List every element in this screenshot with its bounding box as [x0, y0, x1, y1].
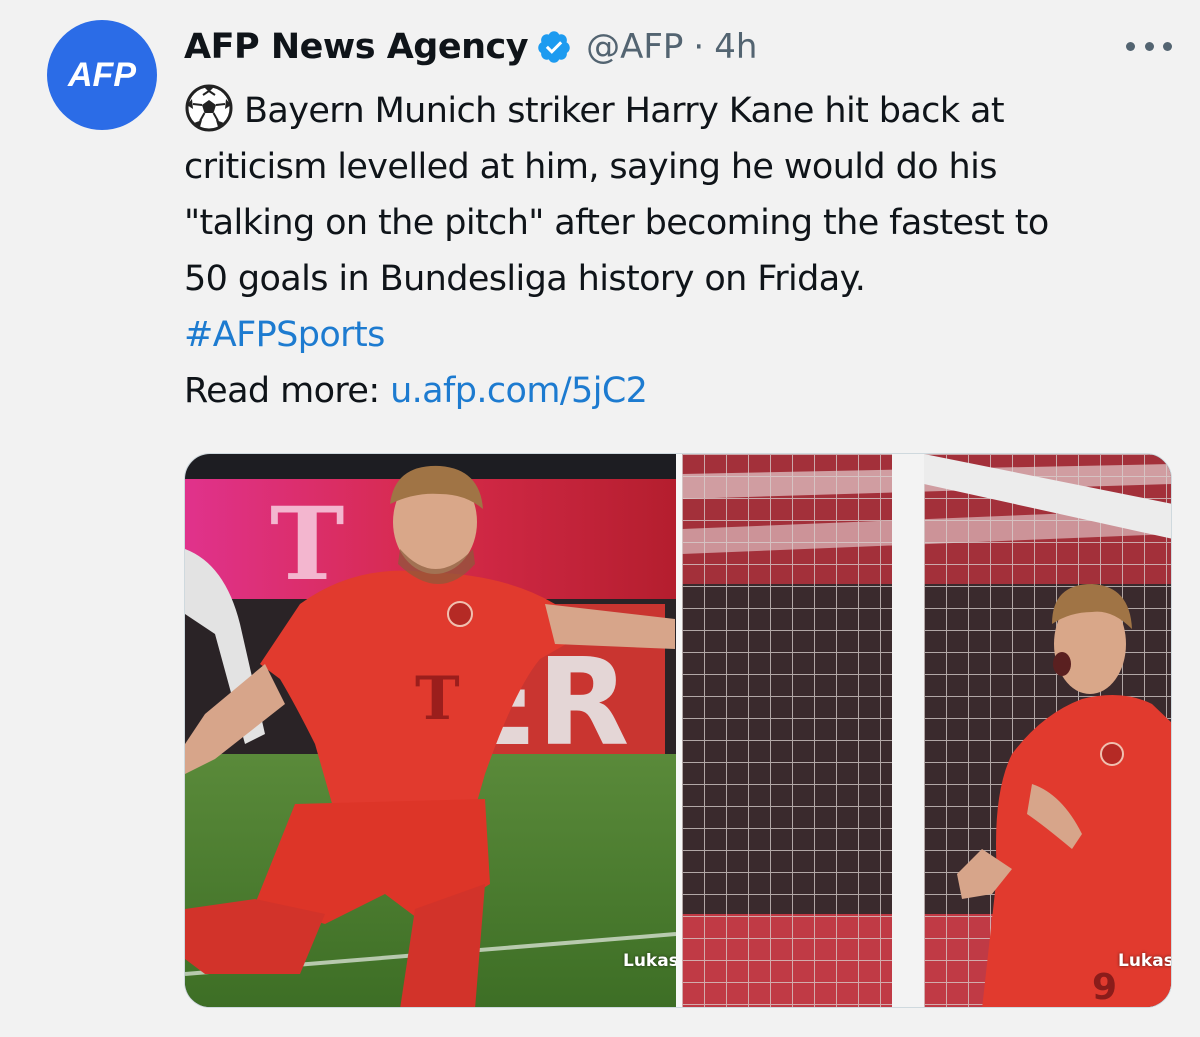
- soccer-ball-icon: [185, 84, 233, 132]
- svg-text:T: T: [415, 664, 460, 734]
- player-kicking-image: T ER T: [185, 454, 676, 1007]
- user-handle[interactable]: @AFP: [586, 27, 683, 67]
- more-options-icon[interactable]: [1126, 38, 1172, 54]
- verified-badge-icon[interactable]: [536, 29, 572, 65]
- tweet-line-3: "talking on the pitch" after becoming th…: [184, 203, 1049, 243]
- player-celebrating-image: 9: [682, 454, 1171, 1007]
- read-more-label: Read more:: [184, 371, 380, 411]
- avatar-logo-text: AFP: [68, 55, 136, 94]
- jersey-number: 9: [1092, 967, 1117, 1007]
- more-dot: [1163, 41, 1172, 51]
- photo-credit-left: Lukas: [623, 951, 676, 971]
- tweet-text: Bayern Munich striker Harry Kane hit bac…: [184, 83, 1164, 419]
- hashtag-link[interactable]: #AFPSports: [184, 315, 385, 355]
- header-separator: ·: [693, 27, 705, 67]
- tweet-line: Bayern Munich striker Harry Kane hit bac…: [184, 83, 1164, 139]
- more-dot: [1144, 41, 1154, 51]
- photo-right[interactable]: 9 Lukas: [682, 454, 1172, 1007]
- tweet-line-1: Bayern Munich striker Harry Kane hit bac…: [244, 91, 1005, 131]
- tweet-header: AFP News Agency @AFP · 4h: [184, 22, 757, 72]
- media-grid: T ER T Lukas 9 Lukas: [184, 453, 1172, 1008]
- tweet-line-4: 50 goals in Bundesliga history on Friday…: [184, 259, 866, 299]
- more-dot: [1126, 41, 1135, 51]
- photo-credit-right: Lukas: [1118, 951, 1172, 971]
- display-name[interactable]: AFP News Agency: [184, 27, 529, 67]
- tweet-line-2: criticism levelled at him, saying he wou…: [184, 147, 997, 187]
- article-link[interactable]: u.afp.com/5jC2: [390, 371, 648, 411]
- photo-left[interactable]: T ER T Lukas: [185, 454, 676, 1007]
- avatar[interactable]: AFP: [47, 20, 157, 130]
- timestamp[interactable]: 4h: [714, 27, 757, 67]
